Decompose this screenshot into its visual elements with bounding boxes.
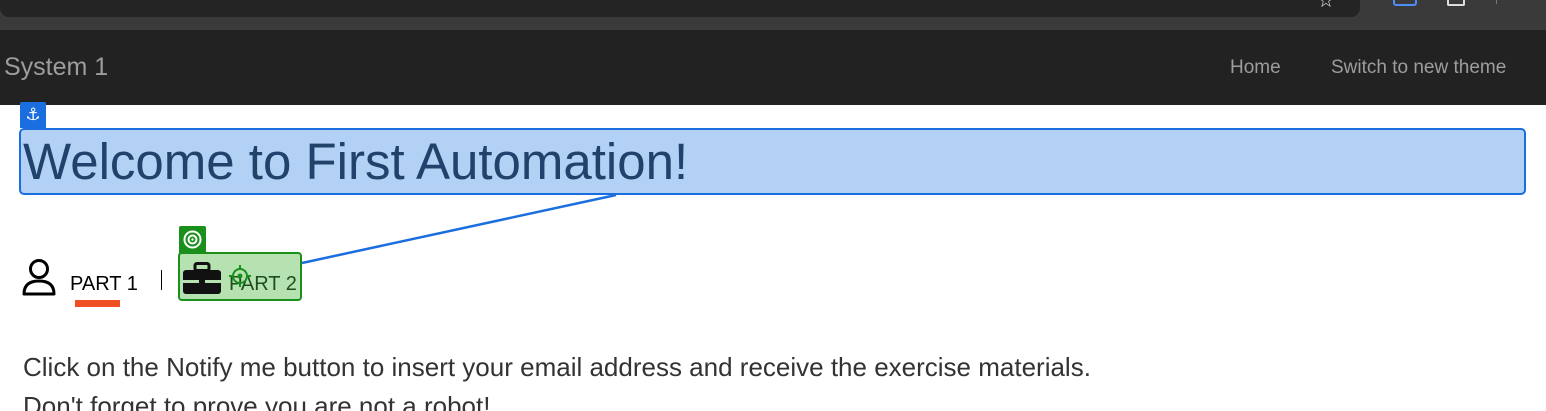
target-icon bbox=[179, 226, 206, 253]
instruction-text: Click on the Notify me button to insert … bbox=[23, 352, 1091, 382]
briefcase-icon bbox=[183, 262, 221, 294]
user-icon bbox=[22, 259, 56, 296]
crosshair-icon bbox=[229, 265, 251, 287]
tab-divider bbox=[161, 270, 162, 290]
instruction-text-robot: Don't forget to prove you are not a robo… bbox=[23, 391, 491, 411]
active-tab-underline bbox=[75, 300, 120, 307]
tab-part-1[interactable]: PART 1 bbox=[70, 273, 138, 295]
